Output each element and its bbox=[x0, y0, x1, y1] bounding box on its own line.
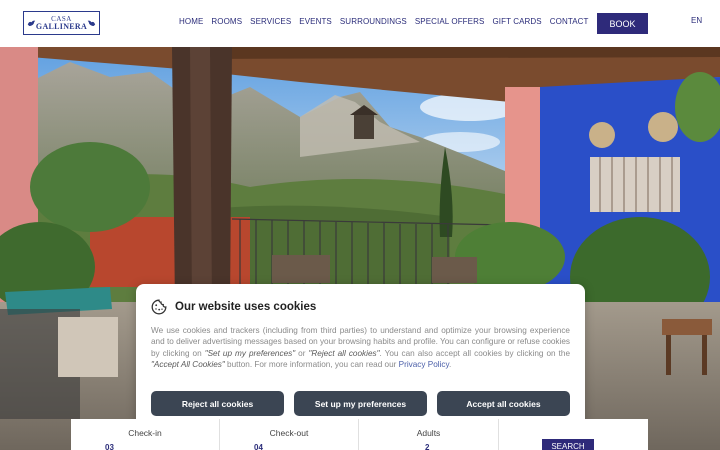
checkout-field[interactable]: Check-out 04 bbox=[220, 419, 359, 450]
adults-label: Adults bbox=[416, 428, 441, 438]
bird-icon bbox=[27, 20, 36, 26]
nav-surroundings[interactable]: SURROUNDINGS bbox=[340, 17, 407, 26]
set-up-preferences-button[interactable]: Set up my preferences bbox=[294, 391, 427, 416]
logo-text: CASA GALLINERA bbox=[36, 15, 87, 31]
adults-value: 2 bbox=[425, 443, 430, 450]
site-logo[interactable]: CASA GALLINERA bbox=[23, 11, 100, 35]
cookie-dialog: Our website uses cookies We use cookies … bbox=[136, 284, 585, 430]
cookie-quote-accept: "Accept All Cookies" bbox=[151, 359, 225, 369]
cookie-text: or bbox=[295, 348, 309, 358]
checkin-field[interactable]: Check-in 03 bbox=[71, 419, 220, 450]
checkout-label: Check-out bbox=[269, 428, 309, 438]
nav-contact[interactable]: CONTACT bbox=[550, 17, 589, 26]
nav-gift-cards[interactable]: GIFT CARDS bbox=[492, 17, 541, 26]
accept-all-cookies-button[interactable]: Accept all cookies bbox=[437, 391, 570, 416]
logo-line-2: GALLINERA bbox=[35, 22, 88, 31]
cookie-text: . bbox=[449, 359, 452, 369]
cookie-body: We use cookies and trackers (including f… bbox=[151, 325, 570, 370]
cookie-quote-preferences: "Set up my preferences" bbox=[204, 348, 296, 358]
main-nav: HOME ROOMS SERVICES EVENTS SURROUNDINGS … bbox=[179, 17, 589, 26]
cookie-buttons: Reject all cookies Set up my preferences… bbox=[151, 391, 570, 416]
adults-field[interactable]: Adults 2 bbox=[359, 419, 499, 450]
language-selector[interactable]: EN bbox=[691, 16, 702, 25]
nav-services[interactable]: SERVICES bbox=[250, 17, 291, 26]
nav-home[interactable]: HOME bbox=[179, 17, 203, 26]
cookie-quote-reject: "Reject all cookies" bbox=[308, 348, 380, 358]
cookie-header: Our website uses cookies bbox=[151, 298, 570, 316]
nav-events[interactable]: EVENTS bbox=[299, 17, 332, 26]
checkout-value: 04 bbox=[254, 443, 263, 450]
checkin-label: Check-in bbox=[128, 428, 162, 438]
bird-icon bbox=[87, 20, 96, 26]
page: CASA GALLINERA HOME ROOMS SERVICES EVENT… bbox=[0, 0, 720, 450]
privacy-policy-link[interactable]: Privacy Policy bbox=[399, 360, 449, 369]
book-button[interactable]: BOOK bbox=[597, 13, 648, 34]
nav-rooms[interactable]: ROOMS bbox=[211, 17, 242, 26]
cookie-title: Our website uses cookies bbox=[175, 301, 317, 313]
site-header: CASA GALLINERA HOME ROOMS SERVICES EVENT… bbox=[0, 0, 720, 47]
reject-all-cookies-button[interactable]: Reject all cookies bbox=[151, 391, 284, 416]
checkin-value: 03 bbox=[105, 443, 114, 450]
search-button[interactable]: SEARCH bbox=[542, 439, 594, 450]
nav-special-offers[interactable]: SPECIAL OFFERS bbox=[415, 17, 485, 26]
cookie-icon bbox=[151, 299, 167, 315]
cookie-text: button. For more information, you can re… bbox=[224, 359, 399, 369]
booking-bar: Check-in 03 Check-out 04 Adults 2 SEARCH bbox=[71, 419, 648, 450]
cookie-text: . You can also accept all cookies by cli… bbox=[379, 348, 570, 358]
